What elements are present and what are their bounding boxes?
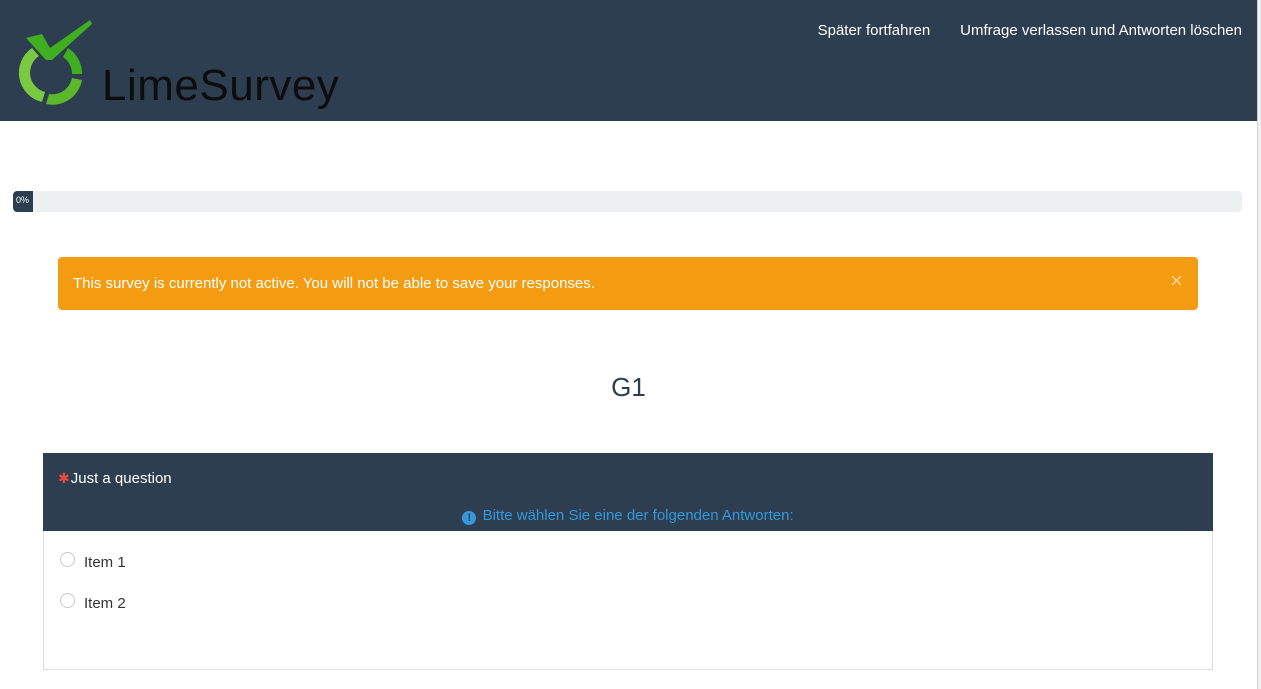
- mandatory-asterisk-icon: ✱: [58, 470, 70, 486]
- alert-message: This survey is currently not active. You…: [73, 275, 595, 292]
- survey-progress-bar: 0%: [13, 191, 1242, 212]
- answer-option[interactable]: Item 2: [60, 593, 126, 612]
- top-navbar: LimeSurvey Später fortfahren Umfrage ver…: [0, 0, 1257, 121]
- logo-text: LimeSurvey: [102, 61, 340, 110]
- progress-label: 0%: [16, 195, 30, 205]
- progress-fill: 0%: [13, 191, 33, 212]
- info-icon: !: [462, 511, 477, 525]
- header-nav: Später fortfahren Umfrage verlassen und …: [818, 22, 1242, 39]
- inactive-survey-alert: This survey is currently not active. You…: [58, 257, 1198, 310]
- radio-button[interactable]: [60, 593, 75, 608]
- question-text: ✱Just a question: [58, 470, 172, 487]
- logo-icon: [18, 20, 92, 105]
- answer-label: Item 1: [84, 554, 126, 571]
- limesurvey-logo[interactable]: LimeSurvey: [12, 18, 342, 108]
- answer-label: Item 2: [84, 595, 126, 612]
- question-help: ! Bitte wählen Sie eine der folgenden An…: [43, 507, 1213, 525]
- page-scrollbar[interactable]: [1257, 0, 1261, 689]
- question-label: Just a question: [70, 470, 172, 487]
- answer-option[interactable]: Item 1: [60, 552, 126, 571]
- question-container: ✱Just a question ! Bitte wählen Sie eine…: [43, 453, 1213, 670]
- resume-later-link[interactable]: Später fortfahren: [818, 22, 931, 39]
- radio-button[interactable]: [60, 552, 75, 567]
- close-icon[interactable]: ×: [1170, 270, 1183, 292]
- exit-and-clear-link[interactable]: Umfrage verlassen und Antworten löschen: [960, 22, 1242, 39]
- question-header: ✱Just a question ! Bitte wählen Sie eine…: [43, 453, 1213, 531]
- group-title: G1: [611, 372, 646, 402]
- question-help-text: Bitte wählen Sie eine der folgenden Antw…: [482, 507, 794, 524]
